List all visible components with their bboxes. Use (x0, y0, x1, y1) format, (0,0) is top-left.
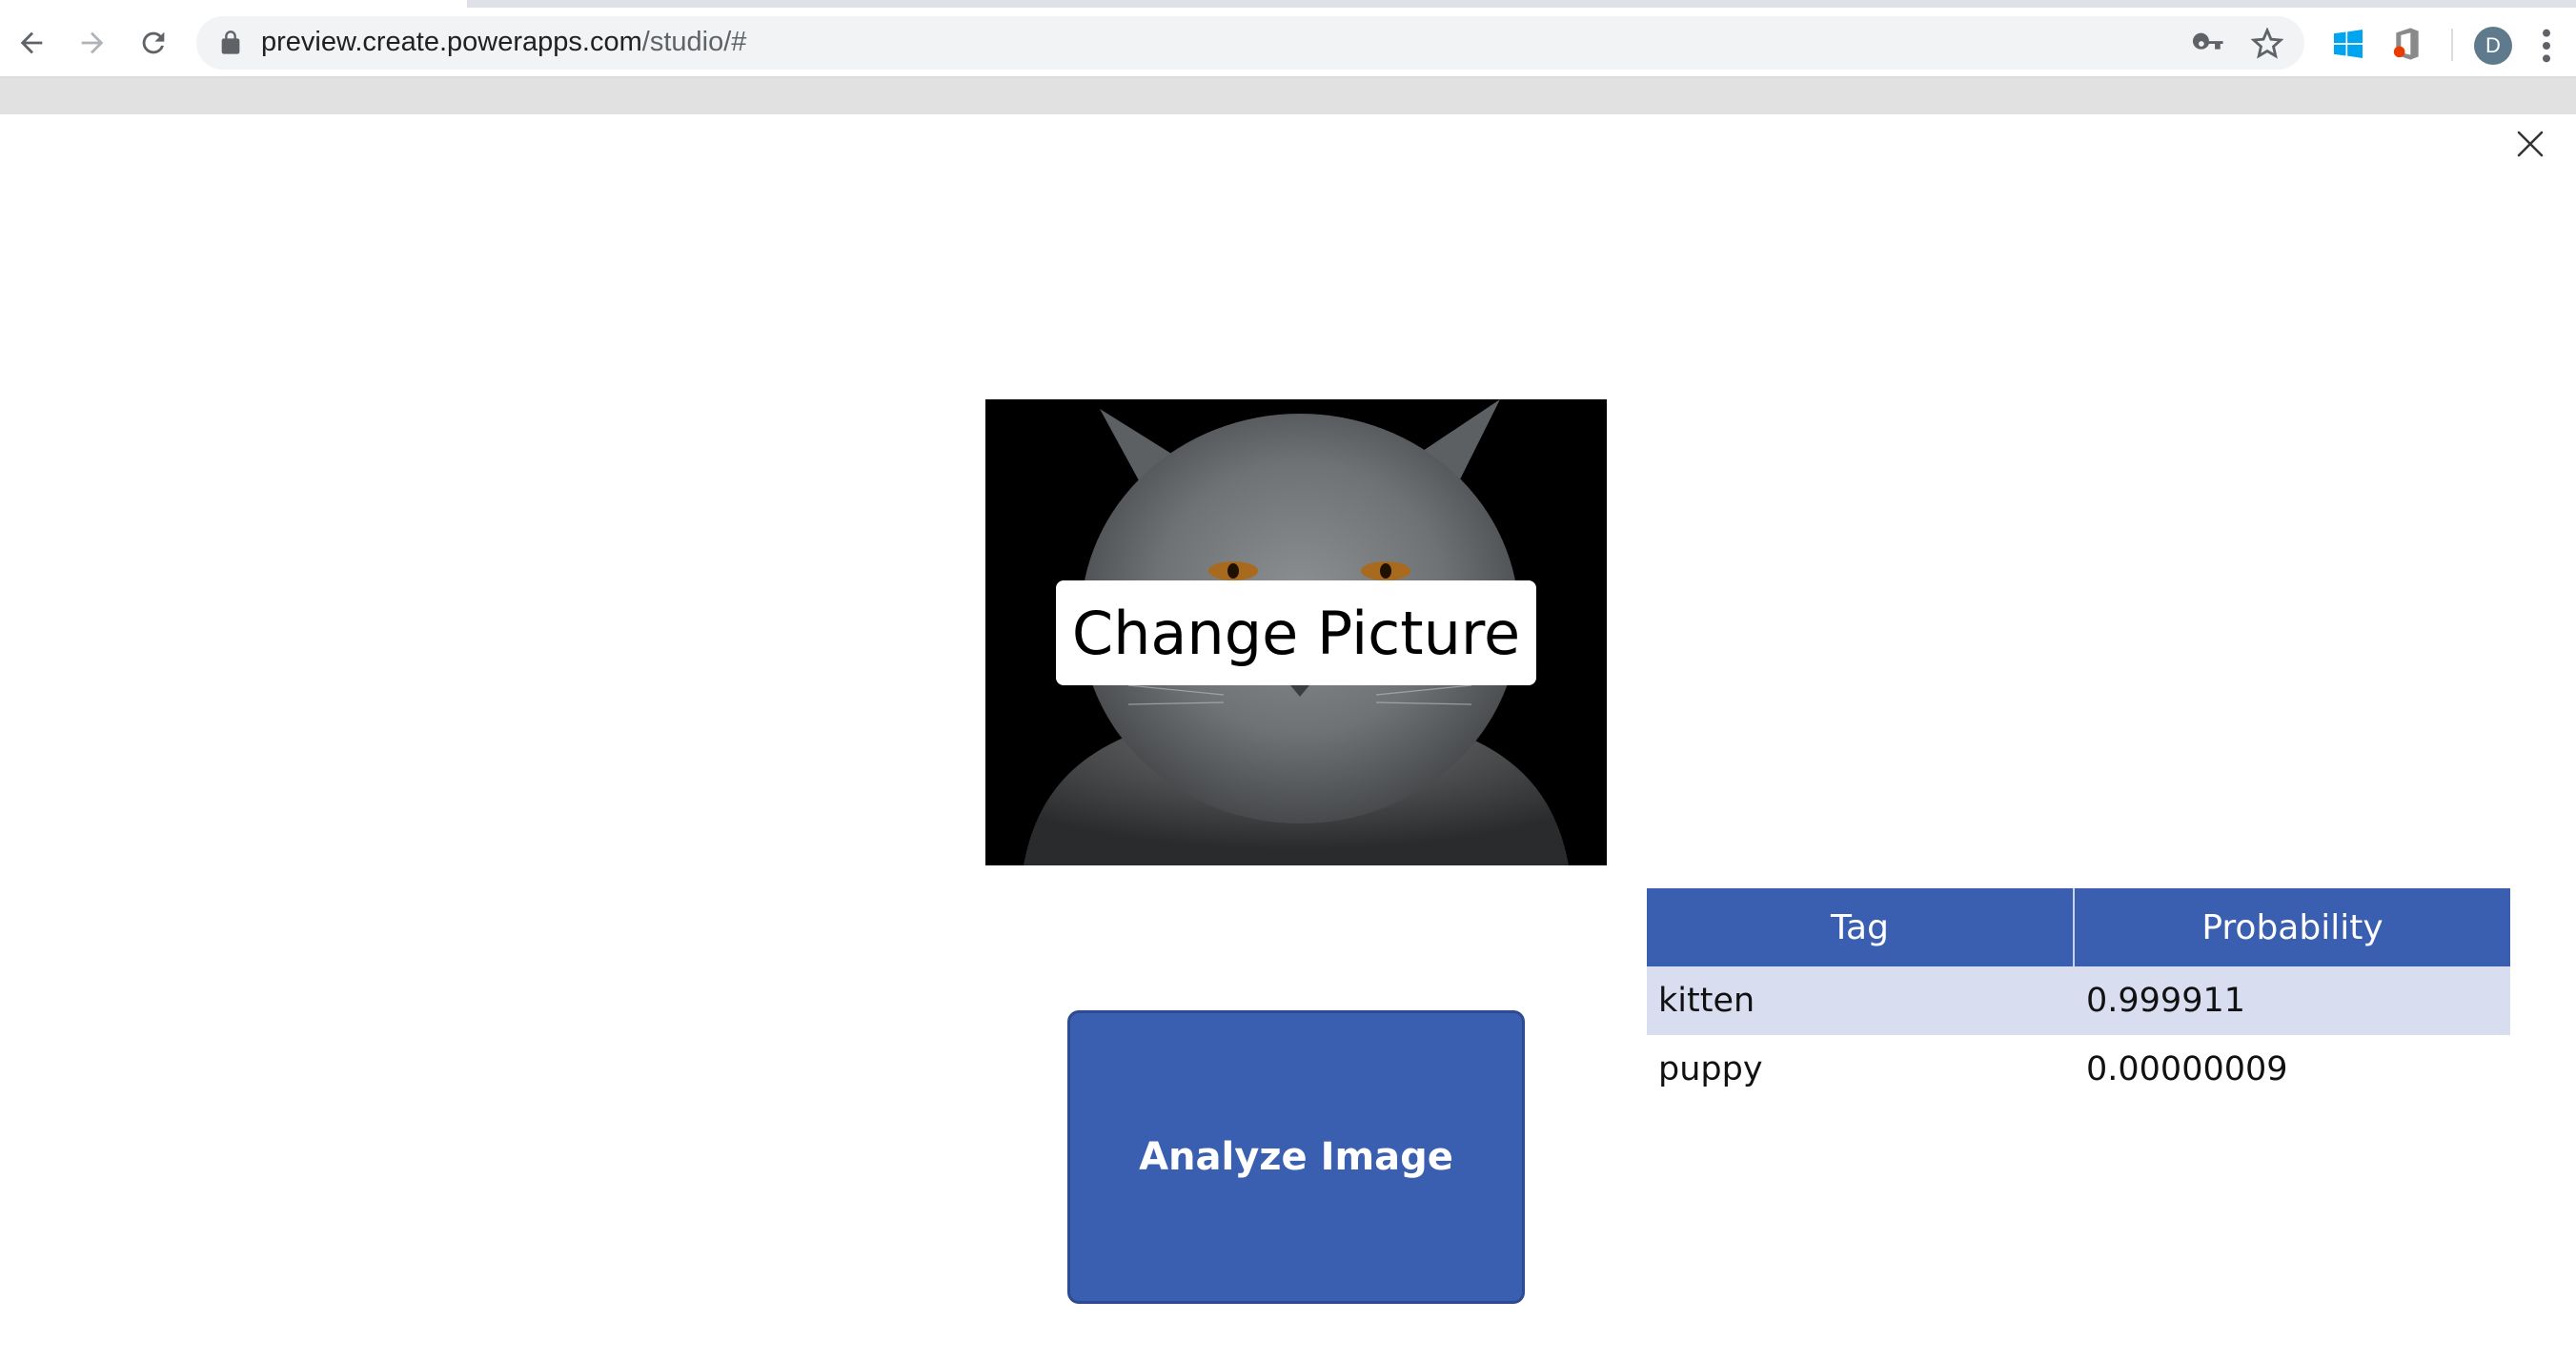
key-icon[interactable] (2192, 28, 2224, 60)
page: preview.create.powerapps.com/studio/# D (0, 0, 2576, 1362)
back-button[interactable] (8, 19, 55, 67)
address-url: preview.create.powerapps.com/studio/# (261, 27, 746, 58)
cell-probability: 0.00000009 (2086, 1050, 2288, 1088)
lock-icon (221, 30, 240, 54)
cell-probability: 0.999911 (2086, 982, 2246, 1020)
app-header-bar (0, 78, 2576, 114)
forward-button[interactable] (69, 19, 116, 67)
table-row[interactable]: puppy 0.00000009 (1647, 1035, 2510, 1104)
tab-strip (0, 0, 2576, 8)
profile-avatar[interactable]: D (2474, 27, 2512, 65)
forward-arrow-icon (81, 31, 104, 54)
reload-icon (142, 31, 165, 54)
tab-strip-line (467, 0, 2576, 8)
change-picture-button[interactable]: Change Picture (1056, 580, 1536, 685)
office-extension-icon[interactable] (2388, 25, 2426, 63)
results-table-header: Tag Probability (1647, 888, 2510, 966)
cell-tag: puppy (1658, 1050, 1763, 1088)
reload-button[interactable] (130, 19, 177, 67)
column-header-probability[interactable]: Probability (2075, 888, 2510, 966)
table-row[interactable]: kitten 0.999911 (1647, 966, 2510, 1035)
column-header-tag[interactable]: Tag (1647, 888, 2075, 966)
analyze-image-button[interactable]: Analyze Image (1067, 1010, 1525, 1304)
back-arrow-icon (20, 31, 43, 54)
url-path: /studio/# (641, 27, 747, 57)
toolbar-separator (2451, 29, 2453, 61)
url-host: preview.create.powerapps.com (261, 27, 642, 57)
browser-toolbar: preview.create.powerapps.com/studio/# D (0, 8, 2576, 78)
browser-menu-icon[interactable] (2539, 27, 2554, 65)
results-table: Tag Probability kitten 0.999911 puppy 0.… (1647, 888, 2510, 1104)
address-bar[interactable]: preview.create.powerapps.com/studio/# (196, 16, 2304, 70)
close-icon[interactable] (2516, 130, 2545, 158)
windows-extension-icon[interactable] (2329, 25, 2367, 63)
star-icon[interactable] (2251, 28, 2283, 60)
cell-tag: kitten (1658, 982, 1755, 1020)
